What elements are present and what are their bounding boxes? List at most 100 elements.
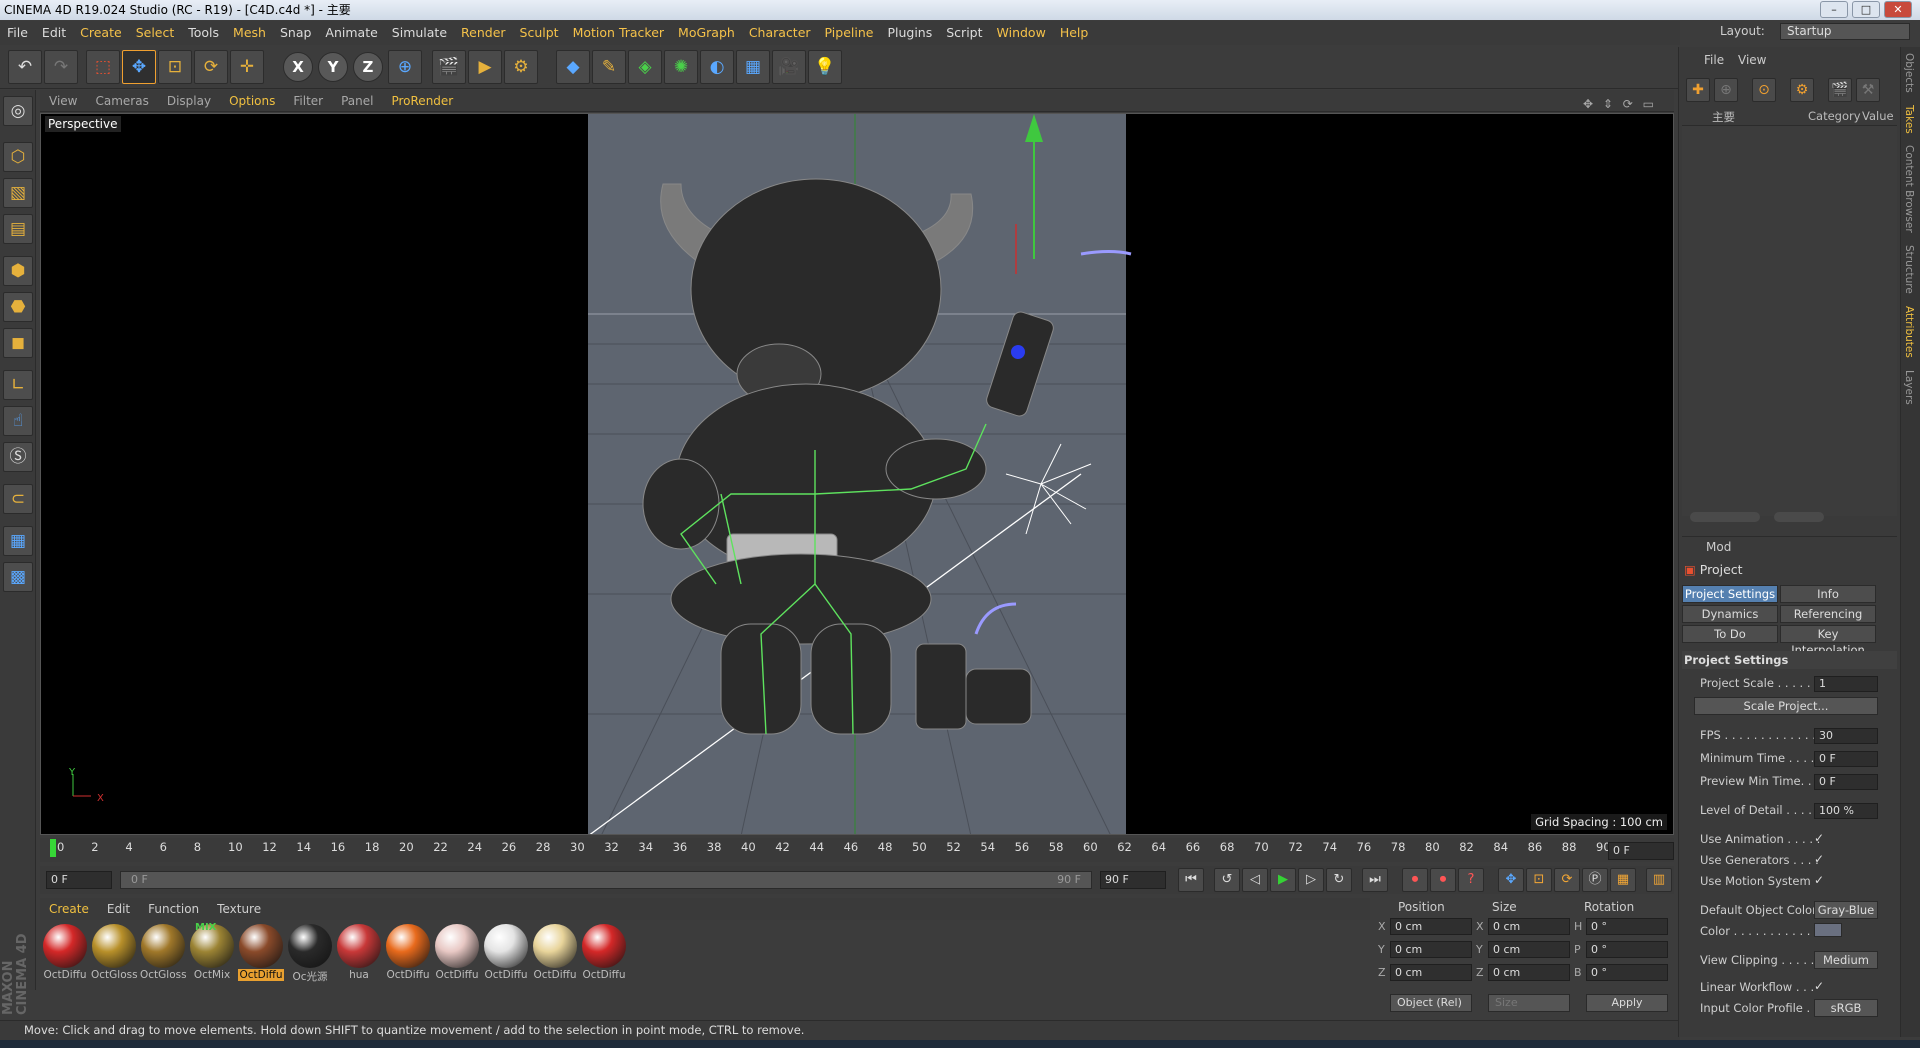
fps-field[interactable]: 30 xyxy=(1814,728,1878,744)
viewport-menu-cameras[interactable]: Cameras xyxy=(86,90,157,112)
playhead-marker[interactable] xyxy=(50,839,56,857)
workplane-icon[interactable]: ▤ xyxy=(3,214,33,244)
project-scale-field[interactable]: 1 xyxy=(1814,676,1878,692)
view-clipping-dropdown[interactable]: Medium xyxy=(1814,951,1878,969)
menu-motion-tracker[interactable]: Motion Tracker xyxy=(566,21,671,45)
use-motion-system-checkbox[interactable]: ✓ xyxy=(1814,873,1824,887)
scale-project-button[interactable]: Scale Project... xyxy=(1694,697,1878,715)
menu-window[interactable]: Window xyxy=(990,21,1053,45)
attr-tab-project-settings[interactable]: Project Settings xyxy=(1682,585,1778,603)
attributes-mode-menu[interactable]: Mod xyxy=(1706,540,1731,554)
minimum-time-field[interactable]: 0 F xyxy=(1814,751,1878,767)
menu-file[interactable]: File xyxy=(0,21,35,45)
viewport-menu-display[interactable]: Display xyxy=(158,90,220,112)
record-active-icon[interactable]: ⏺ xyxy=(1402,868,1428,892)
material-swatch[interactable]: OctDiffu xyxy=(238,924,284,984)
attr-tab-key-interpolation[interactable]: Key Interpolation xyxy=(1780,625,1876,657)
record-scale-icon[interactable]: ⊡ xyxy=(1526,868,1552,892)
material-swatch[interactable]: OctGloss xyxy=(91,924,137,984)
tweak-mode-icon[interactable]: ☝ xyxy=(3,406,33,436)
render-view-icon[interactable]: 🎬 xyxy=(432,50,466,84)
close-button[interactable]: ✕ xyxy=(1884,1,1912,18)
autokeying-icon[interactable]: ⏺ xyxy=(1430,868,1456,892)
position-z-field[interactable]: 0 cm xyxy=(1390,964,1472,981)
subdivision-surface-icon[interactable]: ◈ xyxy=(628,50,662,84)
edges-mode-icon[interactable]: ⬣ xyxy=(3,292,33,322)
menu-sculpt[interactable]: Sculpt xyxy=(513,21,566,45)
menu-render[interactable]: Render xyxy=(454,21,513,45)
menu-script[interactable]: Script xyxy=(939,21,989,45)
take-lock-icon[interactable]: ⚙ xyxy=(1790,78,1814,102)
side-tab-objects[interactable]: Objects xyxy=(1901,47,1917,99)
attr-tab-referencing[interactable]: Referencing xyxy=(1780,605,1876,623)
x-axis-lock-button[interactable]: X xyxy=(283,52,313,82)
camera-icon[interactable]: 🎥 xyxy=(772,50,806,84)
take-render-icon[interactable]: 🎬 xyxy=(1828,78,1852,102)
auto-take-icon[interactable]: ⊙ xyxy=(1752,78,1776,102)
side-tab-takes[interactable]: Takes xyxy=(1901,99,1917,140)
size-mode-dropdown[interactable]: Size xyxy=(1488,994,1570,1012)
side-tab-attributes[interactable]: Attributes xyxy=(1901,300,1917,364)
default-object-color-dropdown[interactable]: Gray-Blue xyxy=(1814,901,1878,919)
move-tool-icon[interactable]: ✥ xyxy=(122,50,156,84)
live-selection-icon[interactable]: ⬚ xyxy=(86,50,120,84)
material-swatch[interactable]: OctGloss xyxy=(140,924,186,984)
rotation-p-field[interactable]: 0 ° xyxy=(1586,941,1668,958)
preview-range-slider[interactable]: 0 F 90 F xyxy=(120,871,1092,889)
go-to-end-icon[interactable]: ⏭ xyxy=(1362,868,1388,892)
menu-animate[interactable]: Animate xyxy=(318,21,384,45)
start-frame-field[interactable]: 0 F xyxy=(46,871,112,889)
world-coordinates-icon[interactable]: ⊕ xyxy=(388,50,422,84)
floor-object-icon[interactable]: ▦ xyxy=(736,50,770,84)
takes-list[interactable] xyxy=(1682,126,1897,522)
material-menu-texture[interactable]: Texture xyxy=(208,898,270,920)
axis-mode-icon[interactable]: ∟ xyxy=(3,370,33,400)
material-menu-edit[interactable]: Edit xyxy=(98,898,139,920)
size-x-field[interactable]: 0 cm xyxy=(1488,918,1570,935)
menu-mesh[interactable]: Mesh xyxy=(226,21,273,45)
coordinate-mode-dropdown[interactable]: Object (Rel) xyxy=(1390,994,1472,1012)
material-swatch[interactable]: OctDiffu xyxy=(483,924,529,984)
use-animation-checkbox[interactable]: ✓ xyxy=(1814,831,1824,845)
menu-select[interactable]: Select xyxy=(129,21,182,45)
next-key-icon[interactable]: ↻ xyxy=(1326,868,1352,892)
material-swatch[interactable]: hua xyxy=(336,924,382,984)
undo-icon[interactable]: ↶ xyxy=(8,50,42,84)
menu-character[interactable]: Character xyxy=(742,21,818,45)
go-to-start-icon[interactable]: ⏮ xyxy=(1178,868,1204,892)
make-editable-icon[interactable]: ◎ xyxy=(3,96,33,126)
takes-scrollbar-right[interactable] xyxy=(1774,512,1824,522)
menu-snap[interactable]: Snap xyxy=(273,21,318,45)
snap-icon[interactable]: Ⓢ xyxy=(3,442,33,472)
new-take-icon[interactable]: ✚ xyxy=(1686,78,1710,102)
takes-scrollbar-left[interactable] xyxy=(1690,512,1760,522)
current-frame-field[interactable]: 0 F xyxy=(1608,842,1674,860)
timeline-window-icon[interactable]: ▥ xyxy=(1646,868,1672,892)
viewport-menu-panel[interactable]: Panel xyxy=(332,90,382,112)
rotation-h-field[interactable]: 0 ° xyxy=(1586,918,1668,935)
rotate-tool-icon[interactable]: ⟳ xyxy=(194,50,228,84)
points-mode-icon[interactable]: ⬢ xyxy=(3,256,33,286)
selected-point[interactable] xyxy=(1011,345,1025,359)
menu-mograph[interactable]: MoGraph xyxy=(671,21,742,45)
menu-simulate[interactable]: Simulate xyxy=(385,21,454,45)
attr-tab-info[interactable]: Info xyxy=(1780,585,1876,603)
material-swatch[interactable]: OctDiffu xyxy=(532,924,578,984)
record-pla-icon[interactable]: ▦ xyxy=(1610,868,1636,892)
material-swatch[interactable]: OctDiffu xyxy=(581,924,627,984)
takes-file-menu[interactable]: File xyxy=(1704,53,1724,67)
end-frame-field[interactable]: 90 F xyxy=(1100,871,1166,889)
size-z-field[interactable]: 0 cm xyxy=(1488,964,1570,981)
perspective-viewport[interactable]: Perspective Y X Grid Spacing: 100 cm xyxy=(40,113,1674,835)
light-icon[interactable]: 💡 xyxy=(808,50,842,84)
material-swatch[interactable]: Oc光源 xyxy=(287,924,333,984)
planar-workplane-icon[interactable]: ▩ xyxy=(3,562,33,592)
menu-help[interactable]: Help xyxy=(1053,21,1096,45)
menu-create[interactable]: Create xyxy=(73,21,129,45)
timeline-ruler[interactable]: 0 2 4 6 8 10 12 14 16 18 20 22 24 26 28 30 32 34 36 38 40 42 4… xyxy=(40,838,1674,862)
position-y-field[interactable]: 0 cm xyxy=(1390,941,1472,958)
attr-tab-to-do[interactable]: To Do xyxy=(1682,625,1778,643)
size-y-field[interactable]: 0 cm xyxy=(1488,941,1570,958)
texture-mode-icon[interactable]: ▧ xyxy=(3,178,33,208)
side-tab-layers[interactable]: Layers xyxy=(1901,364,1917,411)
